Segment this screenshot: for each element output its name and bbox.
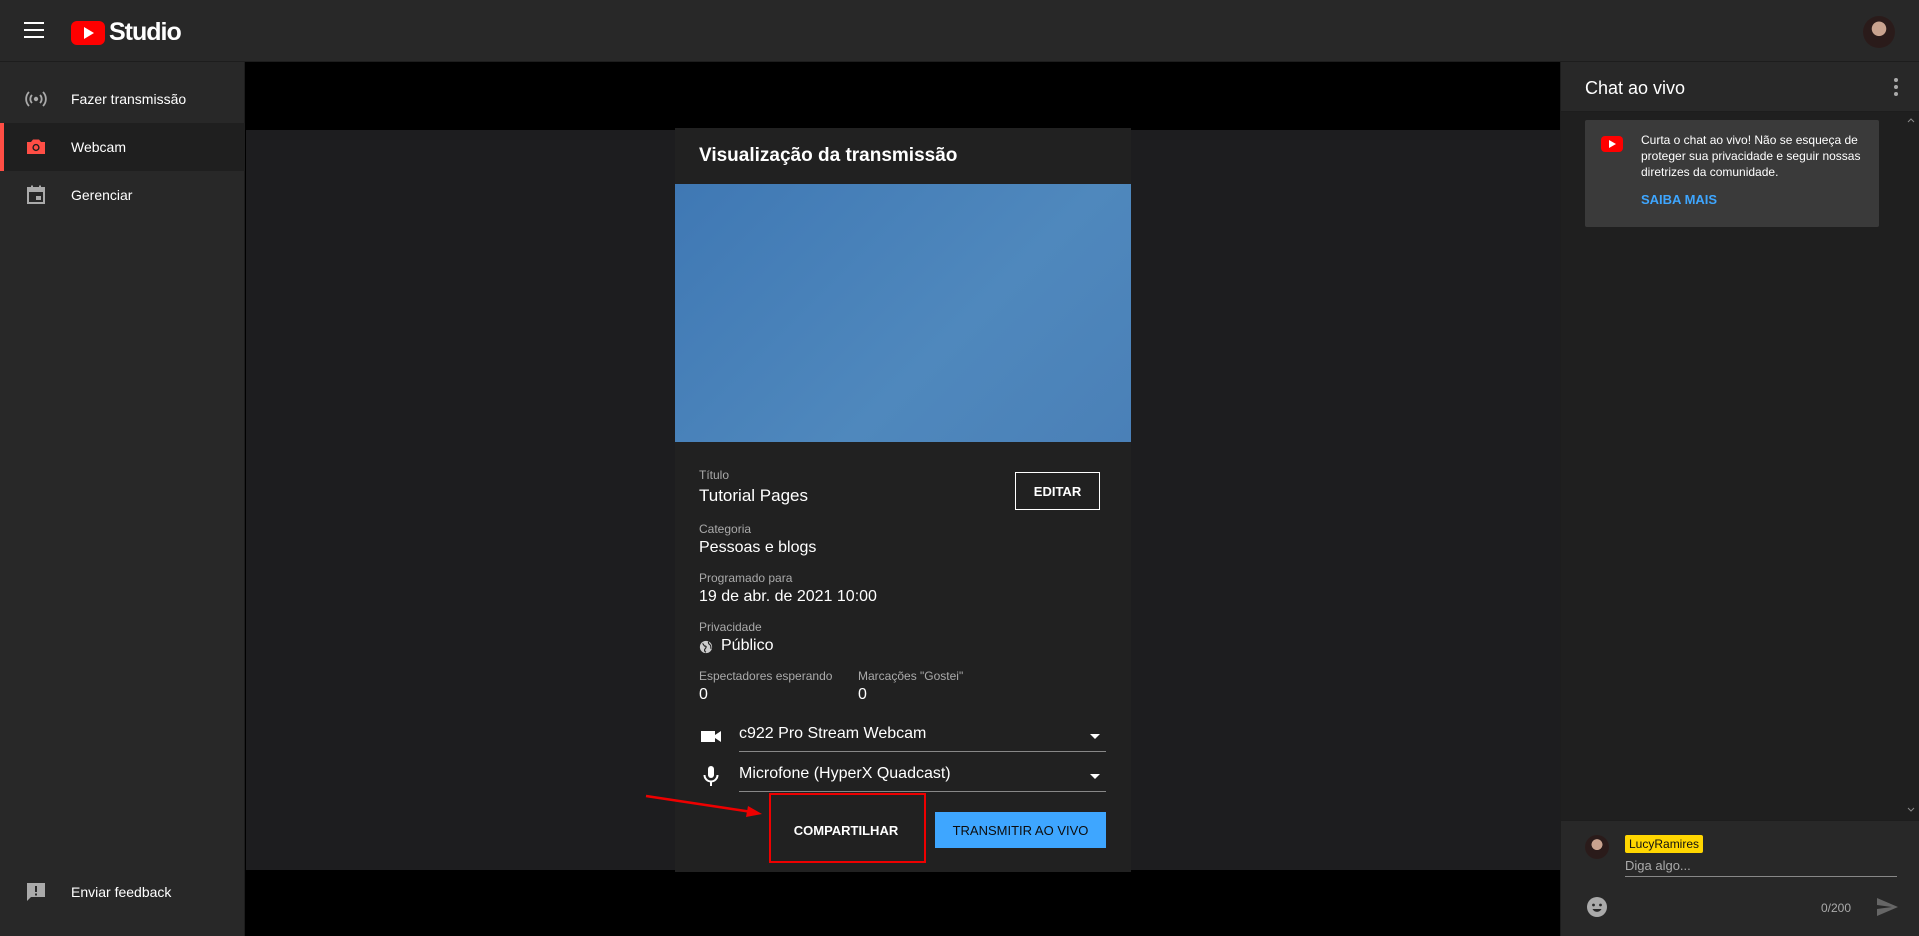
camera-select-row: c922 Pro Stream Webcam — [699, 722, 1106, 752]
char-counter: 0/200 — [1821, 901, 1852, 915]
sidebar-item-label: Fazer transmissão — [71, 91, 187, 107]
logo-text: Studio — [109, 18, 182, 46]
live-chat-panel: Chat ao vivo Curta o chat ao vivo! Não s… — [1560, 62, 1919, 936]
mic-select-row: Microfone (HyperX Quadcast) — [699, 762, 1106, 792]
gostei-value: 0 — [858, 686, 867, 703]
sidebar-item-gerenciar[interactable]: Gerenciar — [0, 171, 245, 219]
camera-icon — [24, 135, 48, 159]
espectadores-label: Espectadores esperando — [699, 669, 833, 683]
chat-title: Chat ao vivo — [1585, 78, 1686, 98]
titulo-label: Título — [699, 468, 730, 482]
emoji-icon[interactable] — [1585, 895, 1609, 919]
more-options-icon[interactable] — [1894, 78, 1898, 96]
sidebar-item-label: Webcam — [71, 139, 126, 155]
chat-notice: Curta o chat ao vivo! Não se esqueça de … — [1585, 120, 1879, 227]
learn-more-link[interactable]: SAIBA MAIS — [1641, 192, 1717, 207]
sidebar-item-fazer-transmissao[interactable]: Fazer transmissão — [0, 75, 245, 123]
feedback-label: Enviar feedback — [71, 884, 172, 900]
annotation-highlight-box — [769, 793, 926, 863]
calendar-icon — [24, 183, 48, 207]
card-title: Visualização da transmissão — [699, 145, 958, 166]
chat-input-area: LucyRamires 0/200 — [1561, 820, 1919, 936]
categoria-value: Pessoas e blogs — [699, 539, 817, 556]
youtube-logo-icon — [71, 20, 105, 45]
espectadores-value: 0 — [699, 686, 708, 703]
menu-icon[interactable] — [24, 22, 48, 40]
chat-message-input[interactable] — [1625, 855, 1897, 877]
globe-icon — [699, 640, 713, 654]
top-bar: Studio — [0, 0, 1919, 62]
titulo-value: Tutorial Pages — [699, 486, 808, 505]
chevron-down-icon — [1090, 734, 1100, 739]
sidebar: Fazer transmissão Webcam Gerenciar Envia… — [0, 62, 245, 936]
videocam-icon — [701, 731, 721, 742]
go-live-button[interactable]: TRANSMITIR AO VIVO — [935, 812, 1106, 848]
feedback-icon — [24, 880, 48, 904]
camera-value: c922 Pro Stream Webcam — [739, 725, 927, 742]
camera-select[interactable]: c922 Pro Stream Webcam — [739, 722, 1106, 752]
chat-header: Chat ao vivo — [1561, 62, 1919, 112]
send-icon[interactable] — [1875, 895, 1899, 919]
microphone-icon — [703, 766, 719, 786]
annotation-arrow-icon — [645, 794, 762, 817]
avatar — [1585, 835, 1609, 859]
youtube-logo-icon — [1601, 136, 1623, 152]
microphone-select[interactable]: Microfone (HyperX Quadcast) — [739, 762, 1106, 792]
feedback-button[interactable]: Enviar feedback — [0, 868, 245, 916]
edit-button[interactable]: EDITAR — [1015, 472, 1100, 510]
webcam-preview — [675, 184, 1131, 442]
categoria-label: Categoria — [699, 522, 752, 536]
sidebar-item-label: Gerenciar — [71, 187, 133, 203]
scroll-down-icon[interactable] — [1907, 806, 1915, 814]
mic-value: Microfone (HyperX Quadcast) — [739, 765, 951, 782]
programado-label: Programado para — [699, 571, 793, 585]
notice-text: Curta o chat ao vivo! Não se esqueça de … — [1641, 133, 1861, 179]
gostei-label: Marcações "Gostei" — [858, 669, 964, 683]
privacidade-value: Público — [721, 637, 774, 654]
chat-username-badge: LucyRamires — [1625, 835, 1704, 853]
sidebar-item-webcam[interactable]: Webcam — [0, 123, 245, 171]
privacidade-label: Privacidade — [699, 620, 762, 634]
stream-preview-card: Visualização da transmissão Título Tutor… — [675, 128, 1131, 872]
programado-value: 19 de abr. de 2021 10:00 — [699, 588, 877, 605]
scroll-up-icon[interactable] — [1907, 116, 1915, 124]
studio-logo[interactable]: Studio — [71, 18, 182, 47]
chevron-down-icon — [1090, 774, 1100, 779]
account-avatar[interactable] — [1863, 16, 1895, 48]
broadcast-icon — [24, 87, 48, 111]
